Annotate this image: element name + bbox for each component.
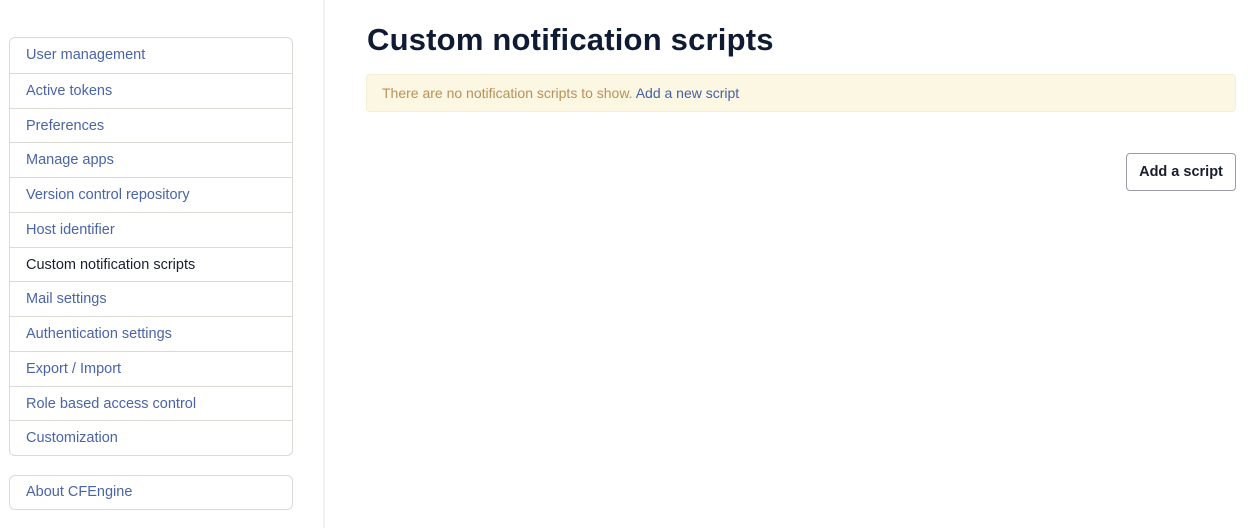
sidebar-item-version-control-repository[interactable]: Version control repository	[10, 177, 292, 212]
sidebar-item-preferences[interactable]: Preferences	[10, 107, 292, 143]
alert-message: There are no notification scripts to sho…	[382, 85, 636, 101]
sidebar-item-active-tokens[interactable]: Active tokens	[10, 72, 292, 108]
sidebar-item-export-import[interactable]: Export / Import	[10, 350, 292, 386]
sidebar-item-mail-settings[interactable]: Mail settings	[10, 281, 292, 316]
sidebar-item-customization[interactable]: Customization	[10, 420, 292, 455]
settings-nav-list: User management Active tokens Preference…	[9, 37, 293, 456]
add-new-script-link[interactable]: Add a new script	[636, 85, 740, 101]
add-script-button[interactable]: Add a script	[1126, 153, 1236, 191]
sidebar-item-authentication-settings[interactable]: Authentication settings	[10, 316, 292, 351]
settings-sidebar: User management Active tokens Preference…	[9, 37, 293, 510]
settings-page: User management Active tokens Preference…	[0, 0, 1248, 528]
sidebar-divider	[323, 0, 325, 528]
empty-state-alert: There are no notification scripts to sho…	[366, 74, 1236, 112]
page-title: Custom notification scripts	[367, 22, 774, 57]
sidebar-item-about-cfengine[interactable]: About CFEngine	[9, 475, 293, 510]
sidebar-item-host-identifier[interactable]: Host identifier	[10, 211, 292, 247]
sidebar-item-manage-apps[interactable]: Manage apps	[10, 142, 292, 177]
sidebar-item-role-based-access-control[interactable]: Role based access control	[10, 385, 292, 421]
sidebar-item-user-management[interactable]: User management	[10, 38, 292, 73]
sidebar-item-custom-notification-scripts[interactable]: Custom notification scripts	[10, 246, 292, 282]
